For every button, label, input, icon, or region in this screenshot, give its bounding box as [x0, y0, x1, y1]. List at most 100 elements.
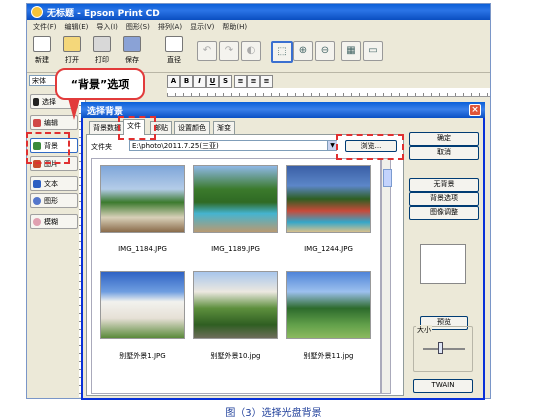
scrollbar-thumb[interactable]: [383, 169, 392, 187]
close-icon: ×: [471, 105, 479, 115]
highlight-file-tab: [118, 116, 156, 140]
highlight-background-button: [26, 132, 70, 164]
new-file-icon: [33, 36, 51, 52]
underline-button[interactable]: U: [206, 75, 219, 88]
menu-help[interactable]: 帮助(H): [222, 22, 247, 32]
ok-button[interactable]: 确定: [409, 132, 479, 146]
diameter-button[interactable]: 直径: [159, 36, 189, 65]
undo-icon: ↶: [202, 45, 212, 56]
cancel-button[interactable]: 取消: [409, 146, 479, 160]
sidebar-item-label: 选择: [42, 97, 56, 106]
menu-shape[interactable]: 图形(S): [126, 22, 150, 32]
thumbnail-item[interactable]: IMG_1244.JPG: [286, 165, 371, 253]
thumbnail-caption: 别墅外景11.jpg: [303, 352, 354, 360]
thumbnail-image: [193, 271, 278, 339]
layer-icon: ◐: [246, 45, 256, 56]
sidebar-item-label: 模糊: [44, 217, 58, 226]
folder-label: 文件夹: [91, 143, 112, 151]
printer-icon: [93, 36, 111, 52]
align-left-button[interactable]: ≡: [234, 75, 247, 88]
image-adjust-button[interactable]: 图像调整: [409, 206, 479, 220]
toolbar: 新建 打开 打印 保存 直径 ↶ ↷ ◐ ⬚ ⊕ ⊖ ▦ ▭: [27, 33, 490, 73]
tab-gradient[interactable]: 渐变: [213, 121, 235, 134]
sidebar-item-blur[interactable]: 模糊: [30, 214, 78, 229]
layer-button[interactable]: ◐: [241, 41, 261, 61]
zoom-in-button[interactable]: ⊕: [293, 41, 313, 61]
diameter-label: 直径: [167, 56, 181, 64]
menu-view[interactable]: 显示(V): [190, 22, 214, 32]
align-left-icon: ≡: [237, 77, 244, 85]
size-slider-handle[interactable]: [438, 342, 443, 354]
thumbnail-image: [100, 165, 185, 233]
font-color-button[interactable]: A: [167, 75, 180, 88]
snap-icon: ▭: [368, 45, 378, 56]
thumbnail-item[interactable]: IMG_1184.JPG: [100, 165, 185, 253]
thumbnail-image: [286, 165, 371, 233]
grid-button[interactable]: ▦: [341, 41, 361, 61]
arrow-cursor-icon: [33, 97, 39, 106]
redo-button[interactable]: ↷: [219, 41, 239, 61]
callout-background-option: “背景”选项: [55, 68, 145, 100]
thumbnail-item[interactable]: 别墅外景10.jpg: [193, 271, 278, 361]
thumbnail-caption: 别墅外景1.JPG: [119, 352, 166, 360]
sidebar-item-text[interactable]: 文本: [30, 176, 78, 191]
chevron-down-icon: ▼: [330, 142, 335, 149]
grid-icon: ▦: [346, 45, 356, 56]
thumbnail-item[interactable]: 别墅外景11.jpg: [286, 271, 371, 361]
zoom-in-icon: ⊕: [298, 45, 308, 56]
tab-set-color[interactable]: 设置颜色: [174, 121, 210, 134]
background-options-button[interactable]: 背景选项: [409, 192, 479, 206]
dialog-title: 选择背景: [87, 106, 124, 117]
select-frame-icon: ⬚: [277, 46, 287, 57]
select-background-dialog: 背景数据 文件 邮贴 设置颜色 渐变 文件夹 E:\photo\2011.7.2…: [81, 102, 485, 400]
print-label: 打印: [95, 56, 109, 64]
text-icon: [33, 179, 41, 188]
bold-button[interactable]: B: [180, 75, 193, 88]
undo-button[interactable]: ↶: [197, 41, 217, 61]
new-label: 新建: [35, 56, 49, 64]
italic-button[interactable]: I: [193, 75, 206, 88]
align-right-button[interactable]: ≡: [260, 75, 273, 88]
zoom-out-button[interactable]: ⊖: [315, 41, 335, 61]
window-title: 无标题 - Epson Print CD: [47, 8, 160, 19]
strike-button[interactable]: S: [219, 75, 232, 88]
sidebar-item-label: 文本: [44, 179, 58, 188]
save-disk-icon: [123, 36, 141, 52]
thumbnail-scrollbar[interactable]: [381, 158, 392, 394]
open-button[interactable]: 打开: [57, 36, 87, 65]
print-button[interactable]: 打印: [87, 36, 117, 65]
thumbnail-item[interactable]: IMG_1189.JPG: [193, 165, 278, 253]
save-button[interactable]: 保存: [117, 36, 147, 65]
menu-edit[interactable]: 编辑(E): [65, 22, 89, 32]
align-center-icon: ≡: [250, 77, 257, 85]
title-bar: 无标题 - Epson Print CD: [27, 4, 490, 20]
preview-area: [420, 244, 466, 284]
close-button[interactable]: ×: [469, 104, 481, 116]
shape-icon: [33, 196, 41, 205]
menu-import[interactable]: 导入(I): [96, 22, 118, 32]
diameter-icon: [165, 36, 183, 52]
new-button[interactable]: 新建: [27, 36, 57, 65]
align-center-button[interactable]: ≡: [247, 75, 260, 88]
open-label: 打开: [65, 56, 79, 64]
menu-file[interactable]: 文件(F): [33, 22, 57, 32]
snap-button[interactable]: ▭: [363, 41, 383, 61]
thumbnail-caption: IMG_1184.JPG: [118, 245, 167, 253]
redo-icon: ↷: [224, 45, 234, 56]
figure-caption: 图（3）选择光盘背景: [225, 408, 322, 419]
thumbnail-caption: IMG_1244.JPG: [304, 245, 353, 253]
sidebar-item-shape[interactable]: 图形: [30, 193, 78, 208]
no-background-button[interactable]: 无背景: [409, 178, 479, 192]
thumbnail-item[interactable]: 别墅外景1.JPG: [100, 271, 185, 361]
app-logo-icon: [31, 6, 43, 18]
folder-path-field[interactable]: E:\photo\2011.7.25(三亚): [129, 140, 337, 151]
size-slider-track[interactable]: [423, 348, 465, 350]
size-label: 大小: [416, 325, 432, 335]
menu-arrange[interactable]: 排列(A): [158, 22, 182, 32]
select-tool-button[interactable]: ⬚: [271, 41, 293, 63]
horizontal-ruler: [167, 88, 490, 97]
twain-button[interactable]: TWAIN: [413, 379, 473, 393]
thumbnail-image: [286, 271, 371, 339]
blur-icon: [33, 217, 41, 226]
thumbnail-image: [193, 165, 278, 233]
